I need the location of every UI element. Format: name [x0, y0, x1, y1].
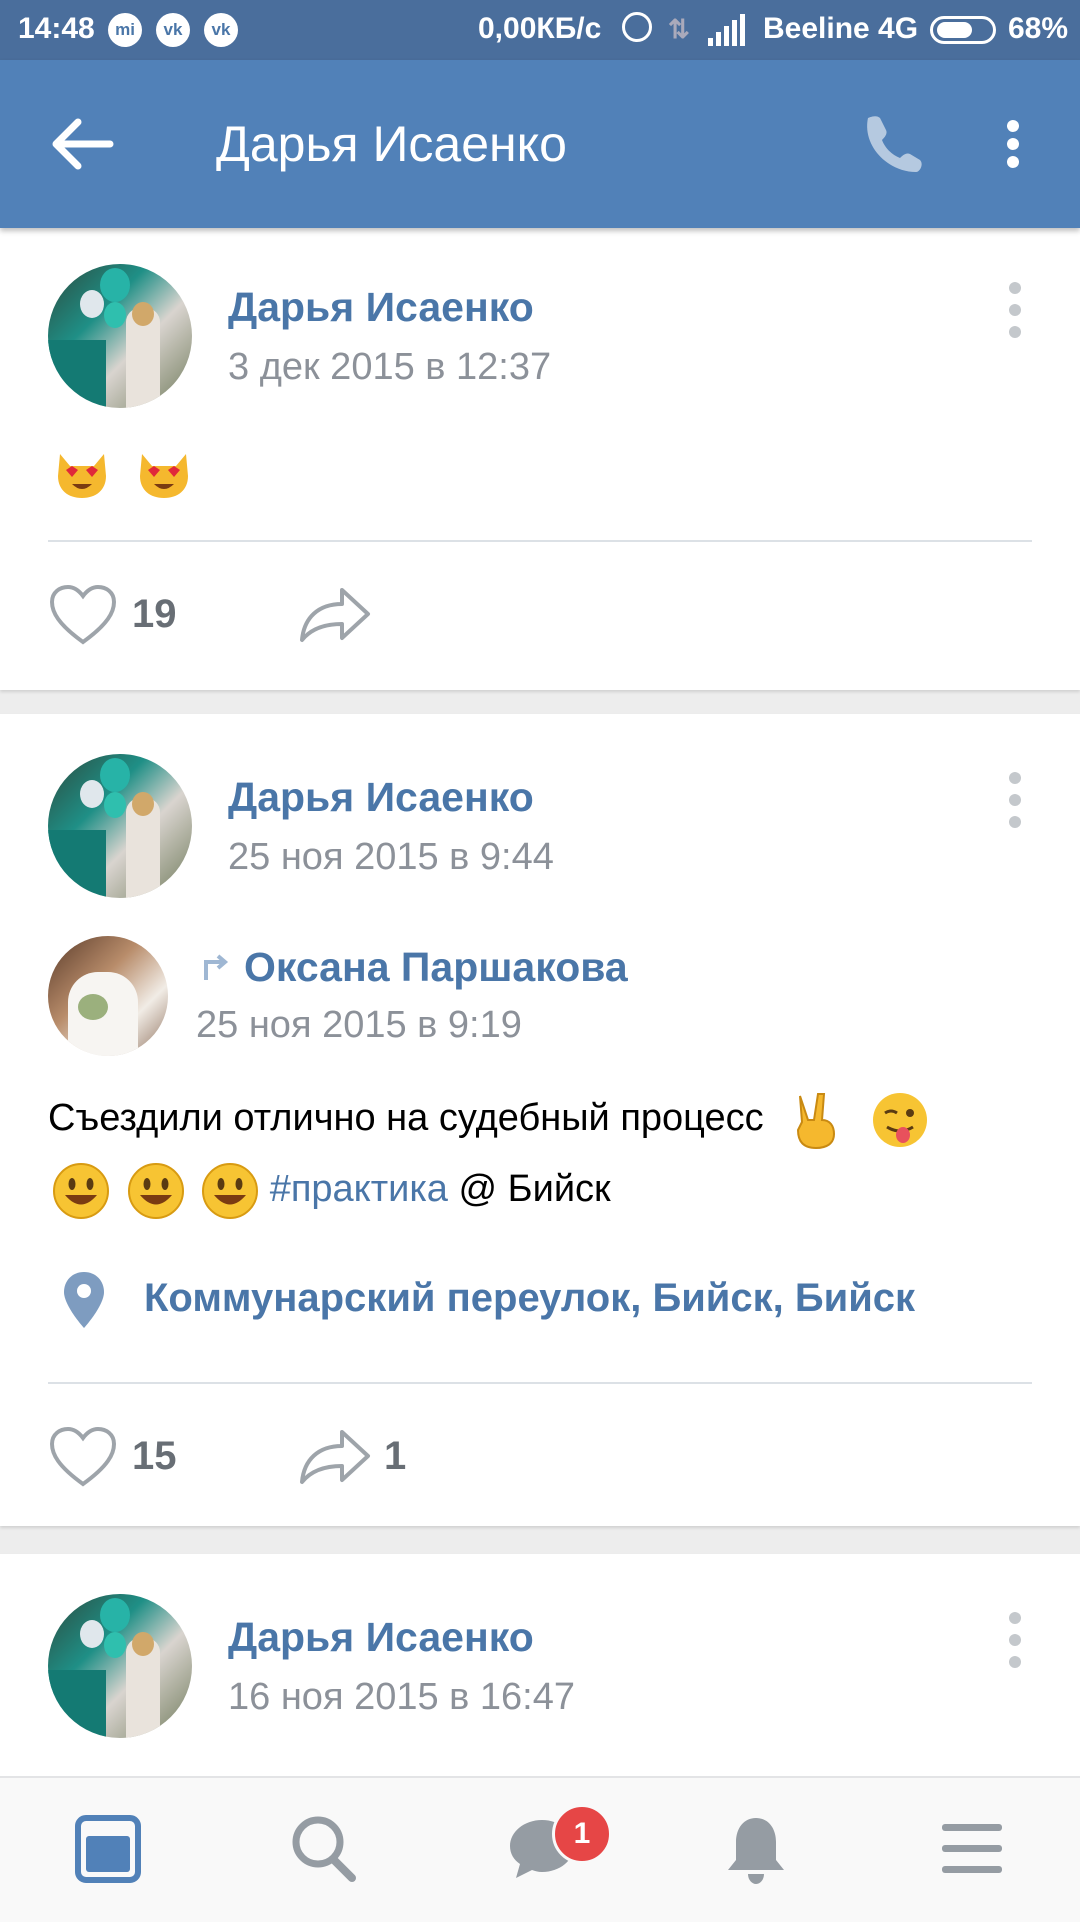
share-arrow-icon: [300, 588, 370, 642]
winking-tongue-icon: [872, 1093, 927, 1147]
like-count: 15: [132, 1434, 177, 1478]
dot: [1007, 120, 1019, 132]
carrier-label: Beeline 4G: [763, 12, 919, 45]
share-button[interactable]: [298, 584, 438, 654]
heart-eyes-cat-icon: [140, 454, 189, 498]
post-author[interactable]: Дарья Исаенко: [228, 774, 534, 821]
share-count: 1: [384, 1434, 407, 1478]
avatar[interactable]: [48, 264, 192, 408]
mi-icon: mi: [108, 13, 142, 47]
smiley-icon: [127, 1163, 184, 1219]
post-card: Дарья Исаенко 25 ноя 2015 в 9:44 Оксана …: [0, 714, 1080, 1526]
alarm-icon: [622, 12, 652, 42]
heart-eyes-cat-icon: [58, 454, 106, 498]
bottom-nav: 1: [0, 1776, 1080, 1922]
dot: [1007, 138, 1019, 150]
post-text-line2: #практика @ Бийск: [52, 1162, 611, 1220]
avatar[interactable]: [48, 754, 192, 898]
nav-messages[interactable]: [432, 1778, 648, 1922]
post-text: [52, 440, 212, 500]
location-pin-icon: [64, 1272, 104, 1328]
like-count: 19: [132, 592, 177, 636]
repost-avatar[interactable]: [48, 936, 168, 1056]
vk-icon: vk: [156, 13, 190, 47]
newsfeed-icon: [75, 1815, 141, 1883]
battery-icon: [930, 16, 996, 44]
post-more-button[interactable]: [1000, 772, 1030, 828]
repost-icon: [204, 954, 229, 980]
post-card: Дарья Исаенко 16 ноя 2015 в 16:47: [0, 1554, 1080, 1776]
status-bar: 14:48 mi vk vk 0,00КБ/с ⇅ Beeline 4G 68%: [0, 0, 1080, 60]
vk-icon: vk: [204, 13, 238, 47]
post-date: 16 ноя 2015 в 16:47: [228, 1676, 576, 1718]
more-options-button[interactable]: [996, 110, 1032, 176]
post-more-button[interactable]: [1000, 282, 1030, 338]
heart-icon: [49, 584, 117, 645]
battery-percent: 68%: [1008, 12, 1069, 45]
signal-icon: [708, 14, 745, 46]
repost-author[interactable]: Оксана Паршакова: [244, 944, 628, 991]
like-button[interactable]: 19: [48, 584, 228, 654]
location-mention: @ Бийск: [458, 1168, 611, 1211]
post-date: 3 дек 2015 в 12:37: [228, 346, 552, 388]
hashtag-link[interactable]: #практика: [270, 1168, 448, 1210]
nav-menu[interactable]: [864, 1778, 1080, 1922]
messages-badge: 1: [552, 1804, 612, 1864]
post-text-line: Съездили отлично на судебный процесс: [48, 1097, 764, 1140]
battery-level: [937, 22, 972, 38]
phone-icon[interactable]: [858, 110, 924, 176]
share-button[interactable]: 1: [298, 1426, 438, 1496]
post-text: Съездили отлично на судебный процесс: [48, 1090, 929, 1150]
dot: [1007, 156, 1019, 168]
smiley-icon: [202, 1163, 259, 1219]
nav-search[interactable]: [216, 1778, 432, 1922]
repost-date: 25 ноя 2015 в 9:19: [196, 1004, 522, 1046]
app-bar: Дарья Исаенко: [0, 60, 1080, 228]
avatar[interactable]: [48, 1594, 192, 1738]
heart-icon: [49, 1426, 117, 1487]
status-time: 14:48: [18, 12, 95, 45]
divider: [48, 540, 1032, 542]
location-link[interactable]: Коммунарский переулок, Бийск, Бийск: [144, 1276, 915, 1321]
post-author[interactable]: Дарья Исаенко: [228, 1614, 534, 1661]
nav-news[interactable]: [0, 1778, 216, 1922]
search-icon: [292, 1816, 356, 1882]
data-transfer-icon: ⇅: [668, 14, 690, 44]
post-author[interactable]: Дарья Исаенко: [228, 284, 534, 331]
like-button[interactable]: 15: [48, 1426, 228, 1496]
post-card: Дарья Исаенко 3 дек 2015 в 12:37 19: [0, 228, 1080, 690]
nav-notifications[interactable]: [648, 1778, 864, 1922]
hamburger-menu-icon: [942, 1824, 1002, 1873]
share-arrow-icon: [300, 1430, 370, 1484]
divider: [48, 1382, 1032, 1384]
bell-icon: [728, 1818, 784, 1884]
post-date: 25 ноя 2015 в 9:44: [228, 836, 554, 878]
network-speed: 0,00КБ/с: [478, 12, 602, 45]
post-more-button[interactable]: [1000, 1612, 1030, 1668]
back-arrow-icon[interactable]: [48, 112, 118, 176]
smiley-icon: [53, 1163, 109, 1219]
page-title: Дарья Исаенко: [216, 116, 567, 172]
victory-hand-icon: [797, 1093, 836, 1150]
